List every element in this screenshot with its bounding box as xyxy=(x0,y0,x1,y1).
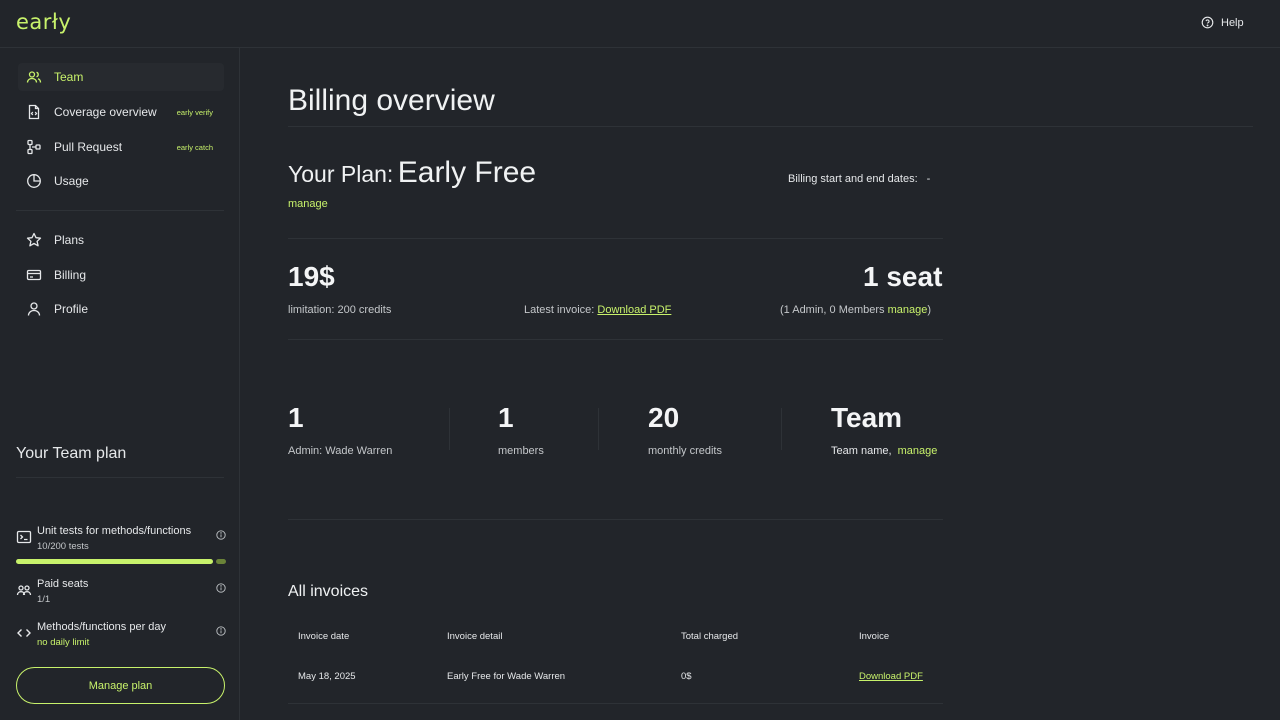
stat-team-label: Team name, manage xyxy=(831,445,937,457)
table-row-divider xyxy=(288,703,943,704)
stat-admin-label: Admin: Wade Warren xyxy=(288,445,393,457)
progress-remaining xyxy=(216,559,226,564)
help-button[interactable]: Help xyxy=(1201,16,1244,29)
seat-details-prefix: (1 Admin, 0 Members xyxy=(780,304,885,316)
seat-count: 1 seat xyxy=(863,261,943,292)
help-label: Help xyxy=(1221,16,1244,29)
billing-dates-label: Billing start and end dates: xyxy=(788,173,918,185)
app-logo[interactable]: earły xyxy=(16,10,71,34)
feature-tag: early verify xyxy=(176,107,213,117)
seat-details-suffix: ) xyxy=(927,304,932,316)
column-header-detail: Invoice detail xyxy=(447,631,503,642)
credit-card-icon xyxy=(26,267,42,283)
sidebar-item-billing[interactable]: Billing xyxy=(18,261,224,289)
page-title: Billing overview xyxy=(288,84,495,117)
sidebar-item-label: Usage xyxy=(54,174,89,188)
invoice-download-link[interactable]: Download PDF xyxy=(859,671,923,682)
manage-plan-button[interactable]: Manage plan xyxy=(16,667,225,704)
billing-dates-value: - xyxy=(926,173,931,185)
user-icon xyxy=(26,301,42,317)
column-header-total: Total charged xyxy=(681,631,739,642)
pie-chart-icon xyxy=(26,173,42,189)
plan-manage-link[interactable]: manage xyxy=(288,198,328,210)
users-icon xyxy=(26,69,42,85)
stat-team-name: Team xyxy=(831,402,903,433)
plan-row-paid-seats: Paid seats 1/1 xyxy=(16,578,226,608)
latest-invoice-download-link[interactable]: Download PDF xyxy=(597,304,671,316)
section-divider xyxy=(288,339,943,340)
sidebar-item-team[interactable]: Team xyxy=(18,63,224,91)
sidebar-item-coverage-overview[interactable]: Coverage overview early verify xyxy=(18,98,224,126)
section-divider xyxy=(288,519,943,520)
plan-row-value: no daily limit xyxy=(37,637,90,648)
feature-tag: early catch xyxy=(176,142,213,152)
info-icon[interactable] xyxy=(216,530,226,540)
plan-row-unit-tests: Unit tests for methods/functions 10/200 … xyxy=(16,525,226,555)
latest-invoice-label: Latest invoice: xyxy=(524,304,595,316)
plan-prefix: Your Plan: xyxy=(288,161,394,187)
progress-fill xyxy=(16,559,213,564)
code-file-icon xyxy=(26,104,42,120)
seat-details: (1 Admin, 0 Members manage) xyxy=(780,304,931,316)
sidebar-item-profile[interactable]: Profile xyxy=(18,295,224,323)
plan-row-methods-per-day: Methods/functions per day no daily limit xyxy=(16,621,226,651)
info-icon[interactable] xyxy=(216,626,226,636)
invoice-total: 0$ xyxy=(681,671,692,682)
terminal-icon xyxy=(16,529,32,545)
stat-divider xyxy=(781,408,782,450)
sidebar-item-label: Profile xyxy=(54,302,89,316)
stat-divider xyxy=(449,408,450,450)
unit-tests-progress-bar xyxy=(16,559,226,564)
seats-manage-link[interactable]: manage xyxy=(888,304,928,316)
team-name-manage-link[interactable]: manage xyxy=(898,445,938,457)
stat-admin-count: 1 xyxy=(288,402,304,433)
stat-members-count: 1 xyxy=(498,402,514,433)
plan-limitation: limitation: 200 credits xyxy=(288,304,392,316)
stat-divider xyxy=(598,408,599,450)
title-divider xyxy=(288,126,1253,127)
sidebar-divider xyxy=(16,477,224,478)
code-brackets-icon xyxy=(16,625,32,641)
help-circle-icon xyxy=(1201,16,1214,29)
column-header-date: Invoice date xyxy=(298,631,350,642)
sidebar-item-label: Pull Request xyxy=(54,140,123,154)
sidebar-item-label: Coverage overview xyxy=(54,105,157,119)
stat-credits-label: monthly credits xyxy=(648,445,722,457)
section-divider xyxy=(288,238,943,239)
stat-members-label: members xyxy=(498,445,544,457)
stat-monthly-credits: 20 xyxy=(648,402,680,433)
sidebar-item-plans[interactable]: Plans xyxy=(18,226,224,254)
users-icon xyxy=(16,582,32,598)
invoices-title: All invoices xyxy=(288,583,369,600)
plan-row-value: 1/1 xyxy=(37,594,51,605)
invoice-detail: Early Free for Wade Warren xyxy=(447,671,566,682)
plan-price: 19$ xyxy=(288,261,335,292)
sidebar-item-label: Billing xyxy=(54,268,87,282)
plan-row-name: Unit tests for methods/functions xyxy=(37,525,192,537)
sidebar-item-pull-request[interactable]: Pull Request early catch xyxy=(18,133,224,161)
billing-dates: Billing start and end dates: - xyxy=(788,173,930,185)
column-header-invoice: Invoice xyxy=(859,631,890,642)
top-bar: earły Help xyxy=(0,0,1280,48)
team-plan-title: Your Team plan xyxy=(16,445,127,462)
team-name-label: Team name, xyxy=(831,445,892,457)
sidebar-item-label: Team xyxy=(54,70,84,84)
sidebar-item-usage[interactable]: Usage xyxy=(18,167,224,195)
sidebar-divider xyxy=(16,210,224,211)
latest-invoice: Latest invoice: Download PDF xyxy=(524,304,671,316)
plan-row-value: 10/200 tests xyxy=(37,541,89,552)
info-icon[interactable] xyxy=(216,583,226,593)
git-branch-icon xyxy=(26,139,42,155)
plan-row-name: Methods/functions per day xyxy=(37,621,167,633)
star-icon xyxy=(26,232,42,248)
plan-heading: Your Plan: Early Free xyxy=(288,156,536,190)
sidebar-item-label: Plans xyxy=(54,233,85,247)
plan-row-name: Paid seats xyxy=(37,578,89,590)
invoice-date: May 18, 2025 xyxy=(298,671,356,682)
plan-name: Early Free xyxy=(397,156,537,189)
